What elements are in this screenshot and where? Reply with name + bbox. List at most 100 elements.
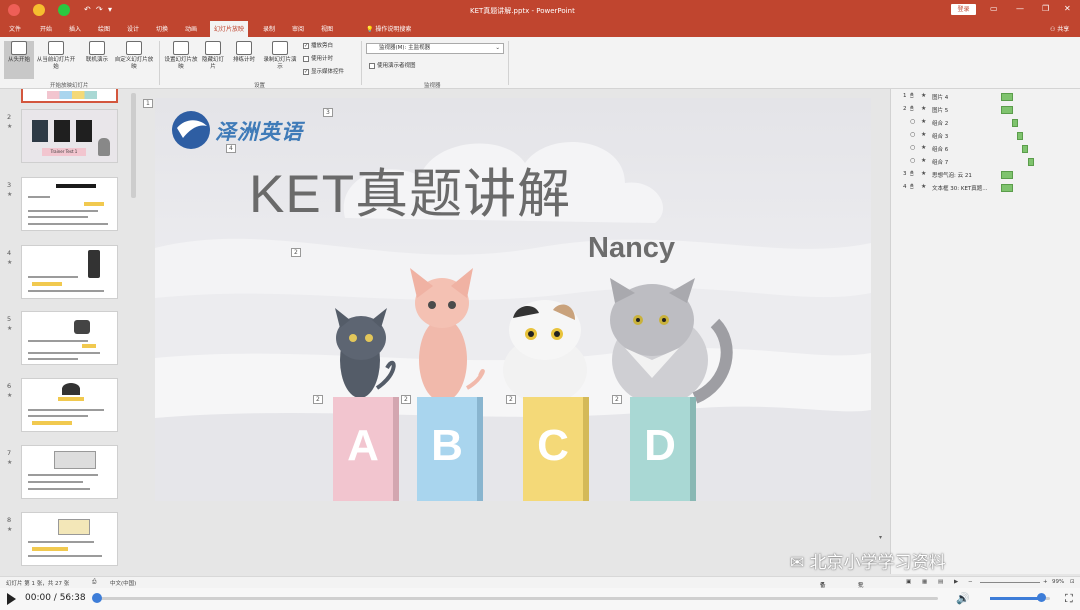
thumbnail-slide-7[interactable] xyxy=(21,445,118,499)
playback-time: 00:00 / 56:38 xyxy=(25,593,86,603)
animation-item[interactable]: 3 🖰 ★ 思想气泡: 云 21 xyxy=(891,169,1080,181)
accessibility-icon[interactable]: ⎙ xyxy=(92,579,96,586)
tab-animations[interactable]: 动画 xyxy=(185,24,197,33)
animation-item[interactable]: 1 🖰 ★ 图片 4 xyxy=(891,91,1080,103)
setup-show-button[interactable]: 设置幻灯片放映 xyxy=(163,41,199,71)
mouse-click-icon: 🖰 xyxy=(910,105,914,112)
tab-design[interactable]: 设计 xyxy=(127,24,139,33)
close-window-dot[interactable] xyxy=(8,4,20,16)
animation-timing-bar[interactable] xyxy=(1017,132,1023,140)
play-narrations-checkbox[interactable]: ✓ 播放旁白 xyxy=(303,41,333,49)
undo-icon[interactable]: ↶ xyxy=(84,5,91,14)
animation-pane[interactable]: 1 🖰 ★ 图片 4 2 🖰 ★ 图片 5 ○ ★ 组合 2 ○ ★ 组合 3 … xyxy=(890,89,1080,574)
tab-view[interactable]: 视图 xyxy=(321,24,333,33)
sorter-view-icon[interactable]: ▦ xyxy=(922,579,927,585)
login-button[interactable]: 登录 xyxy=(951,4,976,15)
use-timings-checkbox[interactable]: 使用计时 xyxy=(303,54,333,62)
thumbnail-scrollbar[interactable] xyxy=(131,93,136,198)
animation-marker[interactable]: 4 xyxy=(226,144,236,153)
monitor-select[interactable]: 监视器(M): 主监视器 ⌄ xyxy=(366,43,504,54)
slide-presenter-name[interactable]: Nancy xyxy=(588,232,675,265)
thumbnail-slide-6[interactable] xyxy=(21,378,118,432)
fullscreen-icon[interactable]: ⛶ xyxy=(1065,592,1073,606)
thumbnail-slide-5[interactable] xyxy=(21,311,118,365)
animation-timing-bar[interactable] xyxy=(1001,93,1013,101)
normal-view-icon[interactable]: ▣ xyxy=(906,579,911,585)
animation-marker[interactable]: 3 xyxy=(323,108,333,117)
animation-item[interactable]: 2 🖰 ★ 图片 5 xyxy=(891,104,1080,116)
custom-show-icon xyxy=(126,41,142,55)
animation-timing-bar[interactable] xyxy=(1001,171,1013,179)
thumbnail-slide-2[interactable]: Trainer Test 1 xyxy=(21,109,118,163)
animation-timing-bar[interactable] xyxy=(1001,106,1013,114)
custom-show-button[interactable]: 自定义幻灯片放映 xyxy=(114,41,154,71)
tab-review[interactable]: 审阅 xyxy=(292,24,304,33)
fit-slide-icon[interactable]: ⊡ xyxy=(1070,579,1075,585)
rehearse-timings-button[interactable]: 排练计时 xyxy=(228,41,260,64)
zoom-level[interactable]: 99% xyxy=(1052,579,1064,585)
redo-icon[interactable]: ↷ xyxy=(96,5,103,14)
animation-item[interactable]: ○ ★ 组合 2 xyxy=(891,117,1080,129)
volume-icon[interactable]: 🔊 xyxy=(956,592,970,605)
from-current-button[interactable]: 从当前幻灯片开始 xyxy=(36,41,76,71)
zoom-slider[interactable] xyxy=(980,582,1040,583)
animation-timing-bar[interactable] xyxy=(1022,145,1028,153)
scroll-down-arrow-icon[interactable]: ▾ xyxy=(879,534,882,541)
title-bar: ↶ ↷ ▾ KET真题讲解.pptx - PowerPoint 登录 ▭ — ❐… xyxy=(0,0,1080,20)
tab-draw[interactable]: 绘图 xyxy=(98,24,110,33)
online-present-button[interactable]: 联机演示 xyxy=(80,41,114,64)
progress-bar[interactable] xyxy=(95,597,938,600)
tab-record[interactable]: 录制 xyxy=(263,24,275,33)
language-indicator[interactable]: 中文(中国) xyxy=(110,579,136,587)
animation-item[interactable]: 4 🖰 ★ 文本框 30: KET真题... xyxy=(891,182,1080,194)
animation-marker[interactable]: 2 xyxy=(291,248,301,257)
timer-icon xyxy=(236,41,252,55)
animation-item[interactable]: ○ ★ 组合 3 xyxy=(891,130,1080,142)
minimize-window-dot[interactable] xyxy=(33,4,45,16)
animation-marker[interactable]: 2 xyxy=(506,395,516,404)
tab-slideshow[interactable]: 幻灯片放映 xyxy=(210,21,249,37)
thumbnail-slide-4[interactable] xyxy=(21,245,118,299)
tab-transitions[interactable]: 切换 xyxy=(156,24,168,33)
tell-me-search[interactable]: 💡 操作说明搜索 xyxy=(366,24,411,33)
ribbon-options-icon[interactable]: ▭ xyxy=(990,4,998,13)
thumbnail-slide-8[interactable] xyxy=(21,512,118,566)
hide-slide-button[interactable]: 隐藏幻灯片 xyxy=(200,41,226,71)
animation-item[interactable]: ○ ★ 组合 7 xyxy=(891,156,1080,168)
animation-item[interactable]: ○ ★ 组合 6 xyxy=(891,143,1080,155)
progress-handle[interactable] xyxy=(92,593,102,603)
close-icon[interactable]: ✕ xyxy=(1064,4,1071,13)
animation-marker[interactable]: 1 xyxy=(143,99,153,108)
play-icon[interactable] xyxy=(7,593,16,605)
animation-marker[interactable]: 2 xyxy=(612,395,622,404)
clock-icon: ○ xyxy=(910,131,916,138)
animation-timing-bar[interactable] xyxy=(1028,158,1034,166)
animation-marker[interactable]: 2 xyxy=(313,395,323,404)
animation-timing-bar[interactable] xyxy=(1001,184,1013,192)
from-beginning-button[interactable]: 从头开始 xyxy=(4,41,34,79)
zoom-out-icon[interactable]: − xyxy=(968,579,973,585)
presenter-view-checkbox[interactable]: 使用演示者视图 xyxy=(369,61,416,69)
animation-star-icon: ★ xyxy=(7,123,13,130)
share-button[interactable]: ⚇ 共享 xyxy=(1050,24,1069,33)
show-media-controls-checkbox[interactable]: ✓ 显示媒体控件 xyxy=(303,67,344,75)
zoom-in-icon[interactable]: + xyxy=(1043,579,1048,585)
customize-toolbar-icon[interactable]: ▾ xyxy=(108,5,112,14)
slideshow-view-icon[interactable]: ▶ xyxy=(954,579,958,585)
tab-file[interactable]: 文件 xyxy=(9,24,21,33)
minimize-icon[interactable]: — xyxy=(1016,4,1024,13)
tab-insert[interactable]: 插入 xyxy=(69,24,81,33)
slide-thumbnail-panel[interactable]: 2 ★ Trainer Test 1 3 ★ 4 ★ 5 ★ 6 ★ 7 ★ 8… xyxy=(0,89,140,574)
thumbnail-slide-3[interactable] xyxy=(21,177,118,231)
record-show-button[interactable]: 录制幻灯片演示 xyxy=(262,41,298,71)
thumbnail-slide-1[interactable] xyxy=(21,89,118,103)
animation-timing-bar[interactable] xyxy=(1012,119,1018,127)
maximize-window-dot[interactable] xyxy=(58,4,70,16)
volume-handle[interactable] xyxy=(1037,593,1046,602)
slide-title[interactable]: KET真题讲解 xyxy=(249,152,571,228)
canvas-scrollbar[interactable]: ▾ xyxy=(878,89,887,574)
tab-home[interactable]: 开始 xyxy=(40,24,52,33)
restore-icon[interactable]: ❐ xyxy=(1042,4,1049,13)
reading-view-icon[interactable]: ▤ xyxy=(938,579,943,585)
animation-marker[interactable]: 2 xyxy=(401,395,411,404)
